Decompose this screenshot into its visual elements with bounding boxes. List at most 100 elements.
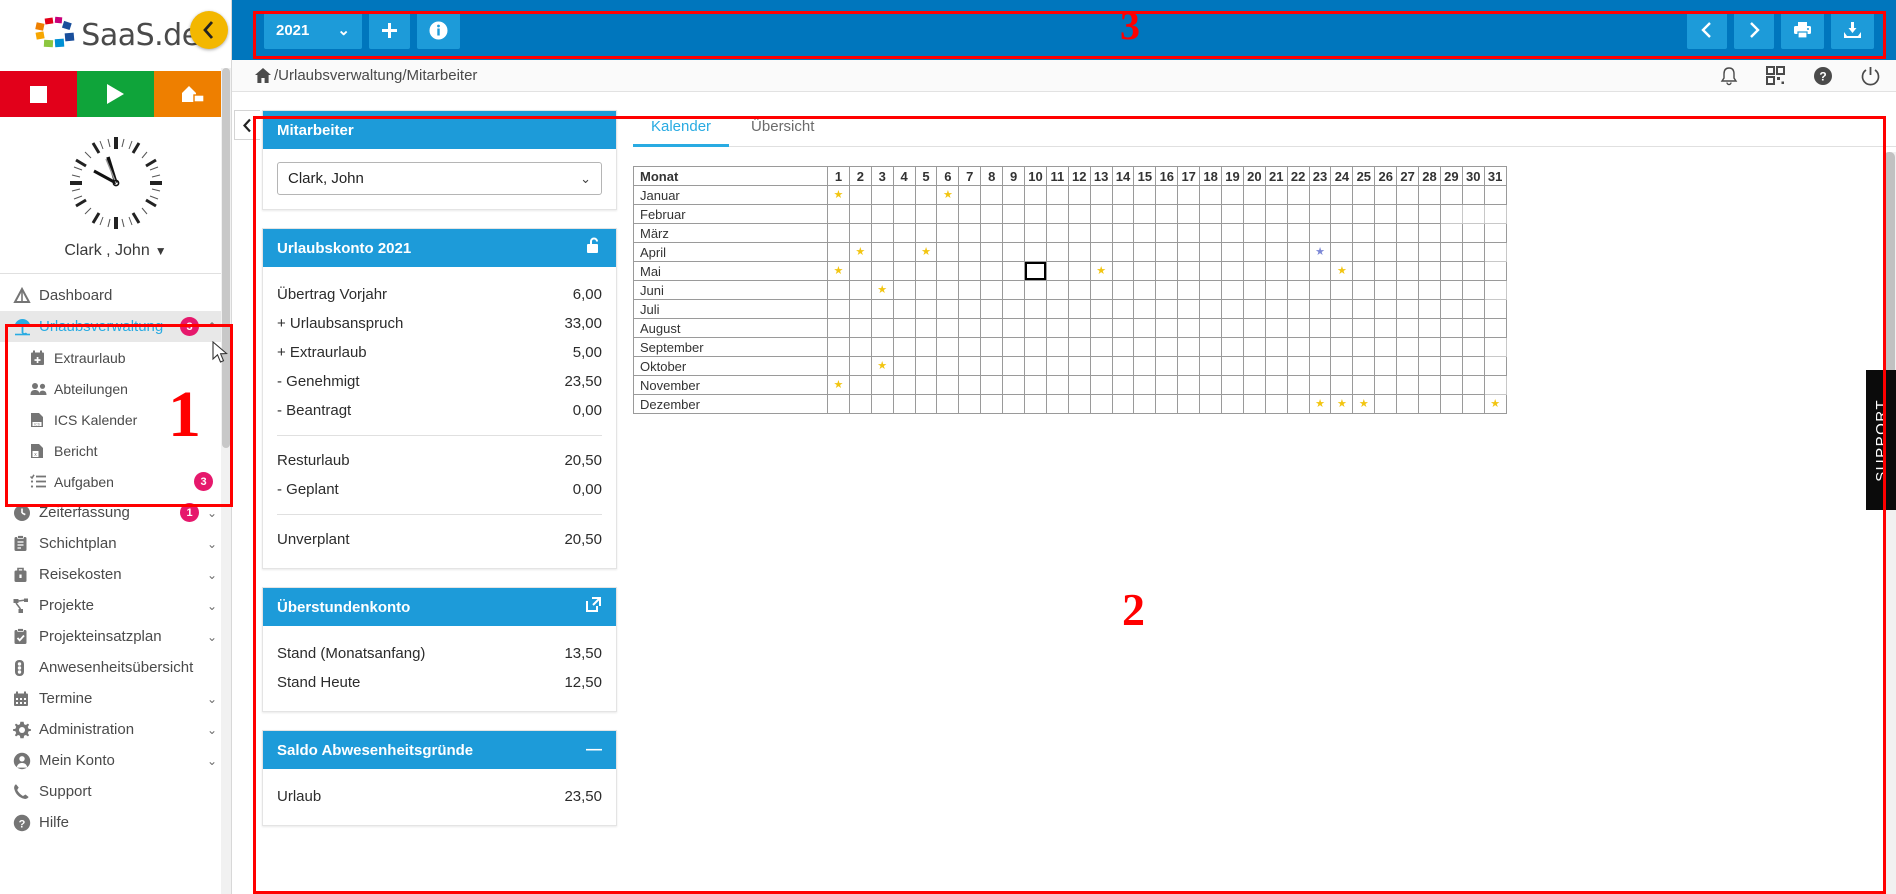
calendar-day-cell[interactable]: [1483, 356, 1507, 376]
calendar-day-cell[interactable]: [1133, 318, 1157, 338]
calendar-day-cell[interactable]: [914, 299, 938, 319]
calendar-day-cell[interactable]: [1418, 204, 1441, 224]
calendar-day-cell[interactable]: [1352, 299, 1376, 319]
calendar-day-cell[interactable]: [1286, 375, 1310, 395]
calendar-day-cell[interactable]: [1242, 299, 1266, 319]
calendar-day-cell[interactable]: [1199, 261, 1223, 281]
calendar-day-cell[interactable]: [1286, 185, 1310, 205]
chevron-down-icon[interactable]: ⌄: [205, 723, 219, 737]
calendar-day-cell[interactable]: [1089, 223, 1113, 243]
calendar-day-cell[interactable]: [1374, 337, 1398, 357]
calendar-day-cell[interactable]: [1242, 242, 1266, 262]
calendar-day-cell[interactable]: [1374, 204, 1398, 224]
calendar-day-cell[interactable]: [1089, 204, 1113, 224]
calendar-day-cell[interactable]: ★: [1308, 394, 1332, 414]
calendar-day-cell[interactable]: [892, 356, 916, 376]
calendar-day-cell[interactable]: [1286, 204, 1310, 224]
calendar-day-cell[interactable]: [1418, 261, 1441, 281]
calendar-day-cell[interactable]: [1024, 242, 1047, 262]
calendar-day-cell[interactable]: [1439, 375, 1463, 395]
calendar-day-cell[interactable]: [1133, 261, 1157, 281]
calendar-day-cell[interactable]: [1286, 318, 1310, 338]
calendar-day-cell[interactable]: [1002, 185, 1026, 205]
calendar-day-cell[interactable]: [1002, 242, 1026, 262]
chevron-down-icon[interactable]: ⌄: [205, 568, 219, 582]
calendar-day-cell[interactable]: [1374, 242, 1398, 262]
sidebar-item-zeiterfassung[interactable]: Zeiterfassung 1 ⌄: [0, 497, 231, 528]
homeoffice-button[interactable]: [154, 71, 231, 117]
calendar-day-cell[interactable]: [1308, 223, 1332, 243]
calendar-day-cell[interactable]: [1155, 337, 1179, 357]
calendar-day-cell[interactable]: [1024, 299, 1047, 319]
calendar-day-cell[interactable]: [914, 261, 938, 281]
calendar-day-cell[interactable]: [1352, 261, 1376, 281]
calendar-day-cell[interactable]: [1002, 204, 1026, 224]
calendar-day-cell[interactable]: [958, 337, 982, 357]
calendar-day-cell[interactable]: [980, 375, 1004, 395]
calendar-day-cell[interactable]: [914, 375, 938, 395]
help-icon[interactable]: ?: [1813, 66, 1833, 86]
calendar-day-cell[interactable]: [1089, 375, 1113, 395]
calendar-day-cell[interactable]: [1199, 394, 1223, 414]
calendar-day-cell[interactable]: [1264, 318, 1288, 338]
calendar-day-cell[interactable]: ★: [1352, 394, 1376, 414]
calendar-day-cell[interactable]: [1199, 242, 1223, 262]
calendar-day-cell[interactable]: ★: [848, 242, 872, 262]
calendar-day-cell[interactable]: [914, 185, 938, 205]
calendar-day-cell[interactable]: [1286, 280, 1310, 300]
calendar-day-cell[interactable]: [1461, 242, 1485, 262]
calendar-day-cell[interactable]: [1242, 394, 1266, 414]
calendar-day-cell[interactable]: [1418, 375, 1441, 395]
calendar-day-cell[interactable]: [1461, 185, 1485, 205]
calendar-day-cell[interactable]: [1067, 185, 1091, 205]
calendar-day-cell[interactable]: [1089, 318, 1113, 338]
user-menu[interactable]: Clark , John ▼: [0, 242, 231, 273]
calendar-day-cell[interactable]: [1418, 356, 1441, 376]
previous-button[interactable]: [1687, 11, 1727, 49]
sidebar-item-aufgaben[interactable]: Aufgaben 3: [0, 466, 231, 497]
calendar-day-cell[interactable]: [1045, 242, 1069, 262]
calendar-day-cell[interactable]: [827, 394, 850, 414]
calendar-day-cell[interactable]: [1374, 280, 1398, 300]
calendar-day-cell[interactable]: [1396, 185, 1420, 205]
calendar-day-cell[interactable]: [1330, 299, 1354, 319]
calendar-day-cell[interactable]: [1067, 337, 1091, 357]
calendar-day-cell[interactable]: [1286, 242, 1310, 262]
calendar-day-cell[interactable]: [1418, 223, 1441, 243]
calendar-day-cell[interactable]: [1396, 261, 1420, 281]
calendar-day-cell[interactable]: [1461, 318, 1485, 338]
calendar-day-cell[interactable]: [1111, 223, 1135, 243]
calendar-day-cell[interactable]: [1461, 375, 1485, 395]
calendar-day-cell[interactable]: [1461, 394, 1485, 414]
calendar-day-cell[interactable]: [1242, 261, 1266, 281]
calendar-day-cell[interactable]: [848, 356, 872, 376]
calendar-day-cell[interactable]: [1221, 185, 1244, 205]
calendar-day-cell[interactable]: [1221, 356, 1244, 376]
calendar-day-cell[interactable]: [1286, 337, 1310, 357]
calendar-day-cell[interactable]: [1199, 356, 1223, 376]
calendar-day-cell[interactable]: [1111, 356, 1135, 376]
calendar-day-cell[interactable]: [1024, 356, 1047, 376]
calendar-day-cell[interactable]: [1352, 223, 1376, 243]
calendar-day-cell[interactable]: [1089, 356, 1113, 376]
calendar-day-cell[interactable]: [1286, 223, 1310, 243]
calendar-day-cell[interactable]: [1221, 261, 1244, 281]
calendar-day-cell[interactable]: [1308, 261, 1332, 281]
calendar-day-cell[interactable]: [1264, 280, 1288, 300]
calendar-day-cell[interactable]: [1024, 337, 1047, 357]
calendar-day-cell[interactable]: [1352, 375, 1376, 395]
calendar-day-cell[interactable]: [1330, 204, 1354, 224]
calendar-day-cell[interactable]: [1330, 185, 1354, 205]
calendar-day-cell[interactable]: [1002, 280, 1026, 300]
calendar-day-cell[interactable]: [870, 375, 894, 395]
sidebar-item-mein-konto[interactable]: Mein Konto ⌄: [0, 745, 231, 776]
calendar-day-cell[interactable]: [1155, 375, 1179, 395]
qrcode-icon[interactable]: [1766, 66, 1785, 85]
download-button[interactable]: [1831, 11, 1874, 49]
calendar-day-cell[interactable]: [827, 242, 850, 262]
left-panel-collapse-button[interactable]: [234, 110, 260, 140]
calendar-day-cell[interactable]: ★: [1308, 242, 1332, 262]
calendar-day-cell[interactable]: [1396, 356, 1420, 376]
calendar-day-cell[interactable]: [980, 261, 1004, 281]
calendar-day-cell[interactable]: [1374, 375, 1398, 395]
